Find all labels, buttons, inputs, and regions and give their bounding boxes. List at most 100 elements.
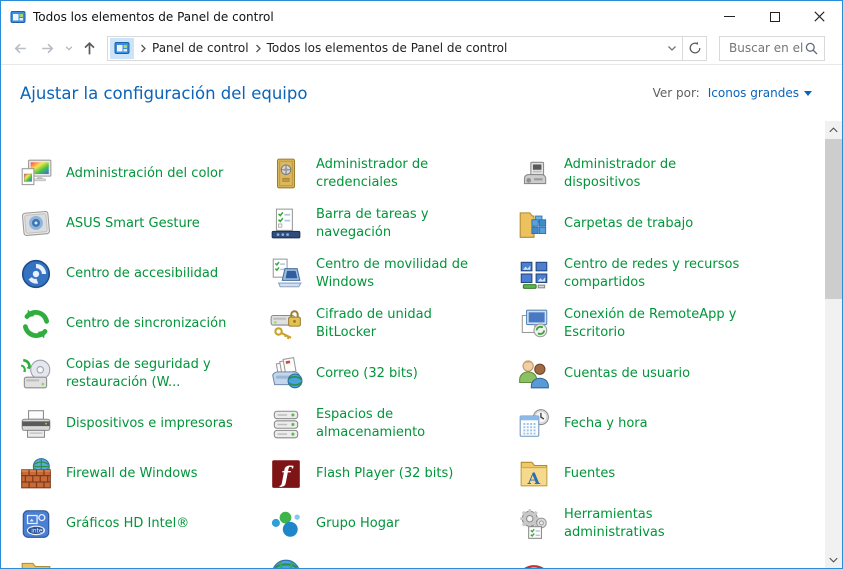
up-arrow-icon <box>84 41 95 54</box>
search-box[interactable] <box>719 35 825 61</box>
forward-button[interactable] <box>34 35 61 62</box>
item-flash-player[interactable]: Flash Player (32 bits) <box>269 449 517 499</box>
credential-manager-icon <box>269 157 303 191</box>
item-label: ASUS Smart Gesture <box>66 215 200 231</box>
item-label: Cifrado de unidad BitLocker <box>316 306 432 340</box>
item-asus-smart-gesture[interactable]: ASUS Smart Gesture <box>19 199 269 249</box>
close-icon <box>814 11 825 22</box>
address-dropdown-button[interactable] <box>666 42 678 54</box>
sync-center-icon <box>19 307 53 341</box>
forward-arrow-icon <box>42 43 54 53</box>
item-administrador-de-credenciales[interactable]: Administrador de credenciales <box>269 149 517 199</box>
partial-folder-icon <box>19 557 53 568</box>
search-input[interactable] <box>729 41 805 55</box>
item-label: Dispositivos e impresoras <box>66 415 233 431</box>
item-fuentes[interactable]: Fuentes <box>517 449 825 499</box>
item-herramientas-administrativas[interactable]: Herramientas administrativas <box>517 499 825 549</box>
item-administracion-del-color[interactable]: Administración del color <box>19 149 269 199</box>
item-cuentas-de-usuario[interactable]: Cuentas de usuario <box>517 349 825 399</box>
bitlocker-icon <box>269 307 303 341</box>
recent-pages-button[interactable] <box>61 35 76 62</box>
window-title: Todos los elementos de Panel de control <box>33 9 274 24</box>
item-barra-de-tareas[interactable]: Barra de tareas y navegación <box>269 199 517 249</box>
item-firewall-de-windows[interactable]: Firewall de Windows <box>19 449 269 499</box>
item-label: Firewall de Windows <box>66 465 198 481</box>
address-bar[interactable]: Panel de control Todos los elementos de … <box>107 35 683 61</box>
content-header: Ajustar la configuración del equipo Ver … <box>1 65 842 121</box>
page-title: Ajustar la configuración del equipo <box>20 83 308 103</box>
address-bar-location-icon-box[interactable] <box>110 37 134 59</box>
user-accounts-icon <box>517 357 551 391</box>
item-label: Fecha y hora <box>564 415 648 431</box>
back-button[interactable] <box>7 35 34 62</box>
item-grupo-hogar[interactable]: Grupo Hogar <box>269 499 517 549</box>
up-button[interactable] <box>76 35 103 62</box>
refresh-button[interactable] <box>682 35 707 61</box>
view-by-control: Ver por: Iconos grandes <box>653 86 812 100</box>
item-label: Correo (32 bits) <box>316 365 418 381</box>
item-cifrado-bitlocker[interactable]: Cifrado de unidad BitLocker <box>269 299 517 349</box>
item-espacios-de-almacenamiento[interactable]: Espacios de almacenamiento <box>269 399 517 449</box>
item-fecha-y-hora[interactable]: Fecha y hora <box>517 399 825 449</box>
item-partial-1[interactable] <box>19 549 269 568</box>
work-folders-icon <box>517 207 551 241</box>
breadcrumb-root[interactable]: Panel de control <box>150 41 251 55</box>
chevron-down-icon <box>668 46 676 51</box>
admin-tools-icon <box>517 507 551 541</box>
taskbar-icon <box>269 207 303 241</box>
chevron-down-icon <box>804 90 812 96</box>
control-panel-window: Todos los elementos de Panel de control <box>0 0 843 569</box>
back-arrow-icon <box>14 43 26 53</box>
item-label: Copias de seguridad y restauración (W... <box>66 356 211 390</box>
view-by-dropdown[interactable]: Iconos grandes <box>708 86 812 100</box>
item-label: Gráficos HD Intel® <box>66 515 190 531</box>
breadcrumb-separator-icon <box>254 44 262 53</box>
network-sharing-icon <box>517 257 551 291</box>
minimize-button[interactable] <box>707 1 752 32</box>
breadcrumb-separator-icon <box>139 44 147 53</box>
items-grid: Administración del color Administrador d… <box>1 121 825 568</box>
item-label: Cuentas de usuario <box>564 365 691 381</box>
item-partial-2[interactable] <box>269 549 517 568</box>
device-manager-icon <box>517 157 551 191</box>
breadcrumb-current[interactable]: Todos los elementos de Panel de control <box>265 41 510 55</box>
partial-signal-icon <box>517 557 551 568</box>
item-copias-de-seguridad[interactable]: Copias de seguridad y restauración (W... <box>19 349 269 399</box>
scrollbar-thumb[interactable] <box>825 139 842 299</box>
item-centro-de-movilidad[interactable]: Centro de movilidad de Windows <box>269 249 517 299</box>
item-centro-de-sincronizacion[interactable]: Centro de sincronización <box>19 299 269 349</box>
item-centro-de-redes[interactable]: Centro de redes y recursos compartidos <box>517 249 825 299</box>
item-conexion-remoteapp[interactable]: Conexión de RemoteApp y Escritorio <box>517 299 825 349</box>
view-by-label: Ver por: <box>652 86 700 100</box>
item-carpetas-de-trabajo[interactable]: Carpetas de trabajo <box>517 199 825 249</box>
item-partial-3[interactable] <box>517 549 825 568</box>
scroll-down-button[interactable] <box>825 551 842 568</box>
vertical-scrollbar[interactable] <box>825 121 842 568</box>
titlebar: Todos los elementos de Panel de control <box>1 1 842 32</box>
maximize-button[interactable] <box>752 1 797 32</box>
scroll-up-button[interactable] <box>825 121 842 138</box>
item-label: Centro de movilidad de Windows <box>316 256 468 290</box>
item-label: Fuentes <box>564 465 616 481</box>
chevron-down-icon <box>65 46 72 51</box>
item-label: Flash Player (32 bits) <box>316 465 454 481</box>
date-time-icon <box>517 407 551 441</box>
item-centro-de-accesibilidad[interactable]: Centro de accesibilidad <box>19 249 269 299</box>
item-label: Administrador de dispositivos <box>564 156 677 190</box>
item-label: Barra de tareas y navegación <box>316 206 429 240</box>
backup-restore-icon <box>19 357 53 391</box>
item-label: Conexión de RemoteApp y Escritorio <box>564 306 737 340</box>
touchpad-icon <box>19 207 53 241</box>
control-panel-icon <box>114 42 130 54</box>
item-label: Carpetas de trabajo <box>564 215 694 231</box>
search-icon[interactable] <box>805 42 818 55</box>
item-dispositivos-e-impresoras[interactable]: Dispositivos e impresoras <box>19 399 269 449</box>
item-administrador-de-dispositivos[interactable]: Administrador de dispositivos <box>517 149 825 199</box>
item-label: Administrador de credenciales <box>316 156 429 190</box>
item-correo[interactable]: Correo (32 bits) <box>269 349 517 399</box>
navigation-bar: Panel de control Todos los elementos de … <box>1 32 842 65</box>
refresh-icon <box>689 41 700 54</box>
item-graficos-hd-intel[interactable]: Gráficos HD Intel® <box>19 499 269 549</box>
storage-spaces-icon <box>269 407 303 441</box>
close-button[interactable] <box>797 1 842 32</box>
